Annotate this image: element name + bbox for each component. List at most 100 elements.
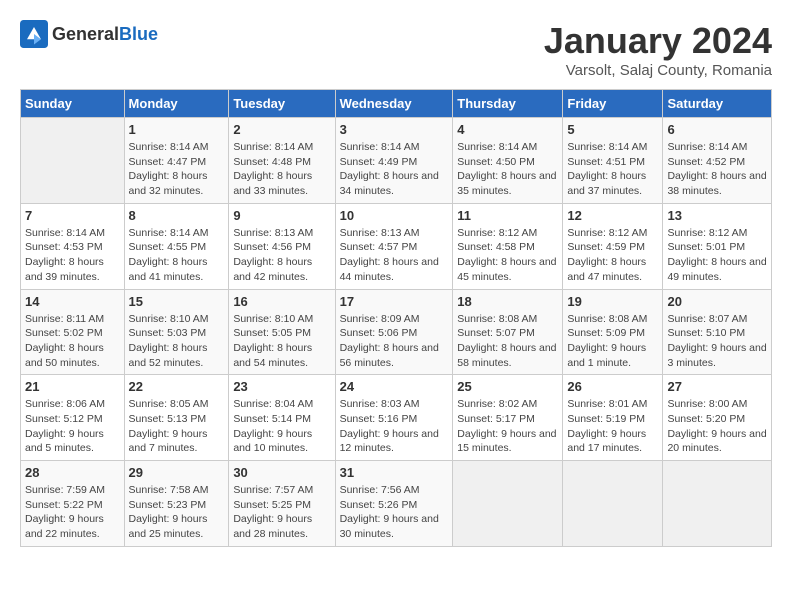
calendar-cell: 27Sunrise: 8:00 AMSunset: 5:20 PMDayligh… xyxy=(663,375,772,461)
day-number: 26 xyxy=(567,379,658,394)
logo-icon xyxy=(20,20,48,48)
calendar-cell: 15 Sunrise: 8:10 AMSunset: 5:03 PMDayligh… xyxy=(124,289,229,375)
day-detail: Sunrise: 8:14 AMSunset: 4:50 PMDaylight:… xyxy=(457,140,558,199)
day-number: 11 xyxy=(457,208,558,223)
day-detail: Sunrise: 8:14 AMSunset: 4:49 PMDaylight:… xyxy=(340,140,449,199)
day-number: 17 xyxy=(340,294,449,309)
day-number: 19 xyxy=(567,294,658,309)
title-area: January 2024 Varsolt, Salaj County, Roma… xyxy=(544,20,772,79)
calendar-cell: 6Sunrise: 8:14 AMSunset: 4:52 PMDaylight… xyxy=(663,118,772,204)
day-number: 3 xyxy=(340,122,449,137)
weekday-header-saturday: Saturday xyxy=(663,90,772,118)
calendar-cell: 8Sunrise: 8:14 AMSunset: 4:55 PMDaylight… xyxy=(124,203,229,289)
calendar-cell: 16 Sunrise: 8:10 AMSunset: 5:05 PMDayligh… xyxy=(229,289,335,375)
calendar-cell: 28 Sunrise: 7:59 AMSunset: 5:22 PMDayligh… xyxy=(21,461,125,547)
day-detail: Sunrise: 8:12 AMSunset: 5:01 PMDaylight:… xyxy=(667,226,767,285)
calendar-table: SundayMondayTuesdayWednesdayThursdayFrid… xyxy=(20,89,772,547)
day-detail: Sunrise: 8:14 AMSunset: 4:51 PMDaylight:… xyxy=(567,140,658,199)
weekday-header-thursday: Thursday xyxy=(453,90,563,118)
day-number: 8 xyxy=(129,208,225,223)
day-detail: Sunrise: 8:14 AMSunset: 4:53 PMDaylight:… xyxy=(25,226,120,285)
day-detail: Sunrise: 8:11 AMSunset: 5:02 PMDaylight:… xyxy=(25,312,120,371)
day-detail: Sunrise: 8:13 AMSunset: 4:57 PMDaylight:… xyxy=(340,226,449,285)
day-detail: Sunrise: 8:01 AMSunset: 5:19 PMDaylight:… xyxy=(567,397,658,456)
day-number: 10 xyxy=(340,208,449,223)
calendar-cell xyxy=(663,461,772,547)
day-detail: Sunrise: 7:58 AMSunset: 5:23 PMDaylight:… xyxy=(129,483,225,542)
day-number: 6 xyxy=(667,122,767,137)
calendar-cell: 26 Sunrise: 8:01 AMSunset: 5:19 PMDayligh… xyxy=(563,375,663,461)
day-detail: Sunrise: 8:13 AMSunset: 4:56 PMDaylight:… xyxy=(233,226,330,285)
day-number: 31 xyxy=(340,465,449,480)
calendar-cell: 20 Sunrise: 8:07 AMSunset: 5:10 PMDayligh… xyxy=(663,289,772,375)
day-number: 23 xyxy=(233,379,330,394)
weekday-header-wednesday: Wednesday xyxy=(335,90,453,118)
day-number: 20 xyxy=(667,294,767,309)
calendar-cell xyxy=(453,461,563,547)
weekday-header-friday: Friday xyxy=(563,90,663,118)
day-number: 15 xyxy=(129,294,225,309)
day-number: 1 xyxy=(129,122,225,137)
day-number: 13 xyxy=(667,208,767,223)
calendar-cell: 19 Sunrise: 8:08 AMSunset: 5:09 PMDayligh… xyxy=(563,289,663,375)
logo-blue: Blue xyxy=(119,24,158,44)
day-detail: Sunrise: 8:05 AMSunset: 5:13 PMDaylight:… xyxy=(129,397,225,456)
month-title: January 2024 xyxy=(544,20,772,62)
page-header: GeneralBlue January 2024 Varsolt, Salaj … xyxy=(20,20,772,79)
day-number: 22 xyxy=(129,379,225,394)
day-detail: Sunrise: 8:09 AMSunset: 5:06 PMDaylight:… xyxy=(340,312,449,371)
day-detail: Sunrise: 8:14 AMSunset: 4:48 PMDaylight:… xyxy=(233,140,330,199)
day-detail: Sunrise: 8:02 AMSunset: 5:17 PMDaylight:… xyxy=(457,397,558,456)
calendar-cell: 10 Sunrise: 8:13 AMSunset: 4:57 PMDayligh… xyxy=(335,203,453,289)
calendar-cell: 14 Sunrise: 8:11 AMSunset: 5:02 PMDayligh… xyxy=(21,289,125,375)
calendar-cell: 29 Sunrise: 7:58 AMSunset: 5:23 PMDayligh… xyxy=(124,461,229,547)
day-number: 14 xyxy=(25,294,120,309)
weekday-header-tuesday: Tuesday xyxy=(229,90,335,118)
day-detail: Sunrise: 8:03 AMSunset: 5:16 PMDaylight:… xyxy=(340,397,449,456)
calendar-cell: 17 Sunrise: 8:09 AMSunset: 5:06 PMDayligh… xyxy=(335,289,453,375)
weekday-header-monday: Monday xyxy=(124,90,229,118)
calendar-cell: 4 Sunrise: 8:14 AMSunset: 4:50 PMDaylight… xyxy=(453,118,563,204)
weekday-header-sunday: Sunday xyxy=(21,90,125,118)
day-number: 28 xyxy=(25,465,120,480)
location-subtitle: Varsolt, Salaj County, Romania xyxy=(544,62,772,79)
calendar-cell: 23 Sunrise: 8:04 AMSunset: 5:14 PMDayligh… xyxy=(229,375,335,461)
calendar-week-row: 7 Sunrise: 8:14 AMSunset: 4:53 PMDaylight… xyxy=(21,203,772,289)
day-detail: Sunrise: 8:04 AMSunset: 5:14 PMDaylight:… xyxy=(233,397,330,456)
calendar-cell: 5 Sunrise: 8:14 AMSunset: 4:51 PMDaylight… xyxy=(563,118,663,204)
day-number: 5 xyxy=(567,122,658,137)
day-number: 4 xyxy=(457,122,558,137)
calendar-cell: 2 Sunrise: 8:14 AMSunset: 4:48 PMDaylight… xyxy=(229,118,335,204)
day-number: 29 xyxy=(129,465,225,480)
calendar-cell: 1Sunrise: 8:14 AMSunset: 4:47 PMDaylight… xyxy=(124,118,229,204)
calendar-week-row: 21 Sunrise: 8:06 AMSunset: 5:12 PMDayligh… xyxy=(21,375,772,461)
day-detail: Sunrise: 8:07 AMSunset: 5:10 PMDaylight:… xyxy=(667,312,767,371)
day-detail: Sunrise: 8:08 AMSunset: 5:09 PMDaylight:… xyxy=(567,312,658,371)
day-detail: Sunrise: 8:08 AMSunset: 5:07 PMDaylight:… xyxy=(457,312,558,371)
calendar-cell: 30Sunrise: 7:57 AMSunset: 5:25 PMDayligh… xyxy=(229,461,335,547)
calendar-cell: 9Sunrise: 8:13 AMSunset: 4:56 PMDaylight… xyxy=(229,203,335,289)
day-detail: Sunrise: 8:10 AMSunset: 5:05 PMDaylight:… xyxy=(233,312,330,371)
day-detail: Sunrise: 7:56 AMSunset: 5:26 PMDaylight:… xyxy=(340,483,449,542)
calendar-cell: 25Sunrise: 8:02 AMSunset: 5:17 PMDayligh… xyxy=(453,375,563,461)
calendar-cell: 12Sunrise: 8:12 AMSunset: 4:59 PMDayligh… xyxy=(563,203,663,289)
day-detail: Sunrise: 8:06 AMSunset: 5:12 PMDaylight:… xyxy=(25,397,120,456)
calendar-cell: 13 Sunrise: 8:12 AMSunset: 5:01 PMDayligh… xyxy=(663,203,772,289)
day-detail: Sunrise: 8:10 AMSunset: 5:03 PMDaylight:… xyxy=(129,312,225,371)
calendar-cell: 22 Sunrise: 8:05 AMSunset: 5:13 PMDayligh… xyxy=(124,375,229,461)
day-number: 27 xyxy=(667,379,767,394)
calendar-cell: 7 Sunrise: 8:14 AMSunset: 4:53 PMDaylight… xyxy=(21,203,125,289)
calendar-week-row: 1Sunrise: 8:14 AMSunset: 4:47 PMDaylight… xyxy=(21,118,772,204)
calendar-cell: 3 Sunrise: 8:14 AMSunset: 4:49 PMDaylight… xyxy=(335,118,453,204)
day-number: 7 xyxy=(25,208,120,223)
day-number: 2 xyxy=(233,122,330,137)
calendar-cell: 21 Sunrise: 8:06 AMSunset: 5:12 PMDayligh… xyxy=(21,375,125,461)
day-number: 21 xyxy=(25,379,120,394)
calendar-cell: 31 Sunrise: 7:56 AMSunset: 5:26 PMDayligh… xyxy=(335,461,453,547)
day-number: 16 xyxy=(233,294,330,309)
logo-general: General xyxy=(52,24,119,44)
day-detail: Sunrise: 7:59 AMSunset: 5:22 PMDaylight:… xyxy=(25,483,120,542)
logo-text: GeneralBlue xyxy=(52,24,158,45)
calendar-cell: 11Sunrise: 8:12 AMSunset: 4:58 PMDayligh… xyxy=(453,203,563,289)
calendar-cell xyxy=(21,118,125,204)
